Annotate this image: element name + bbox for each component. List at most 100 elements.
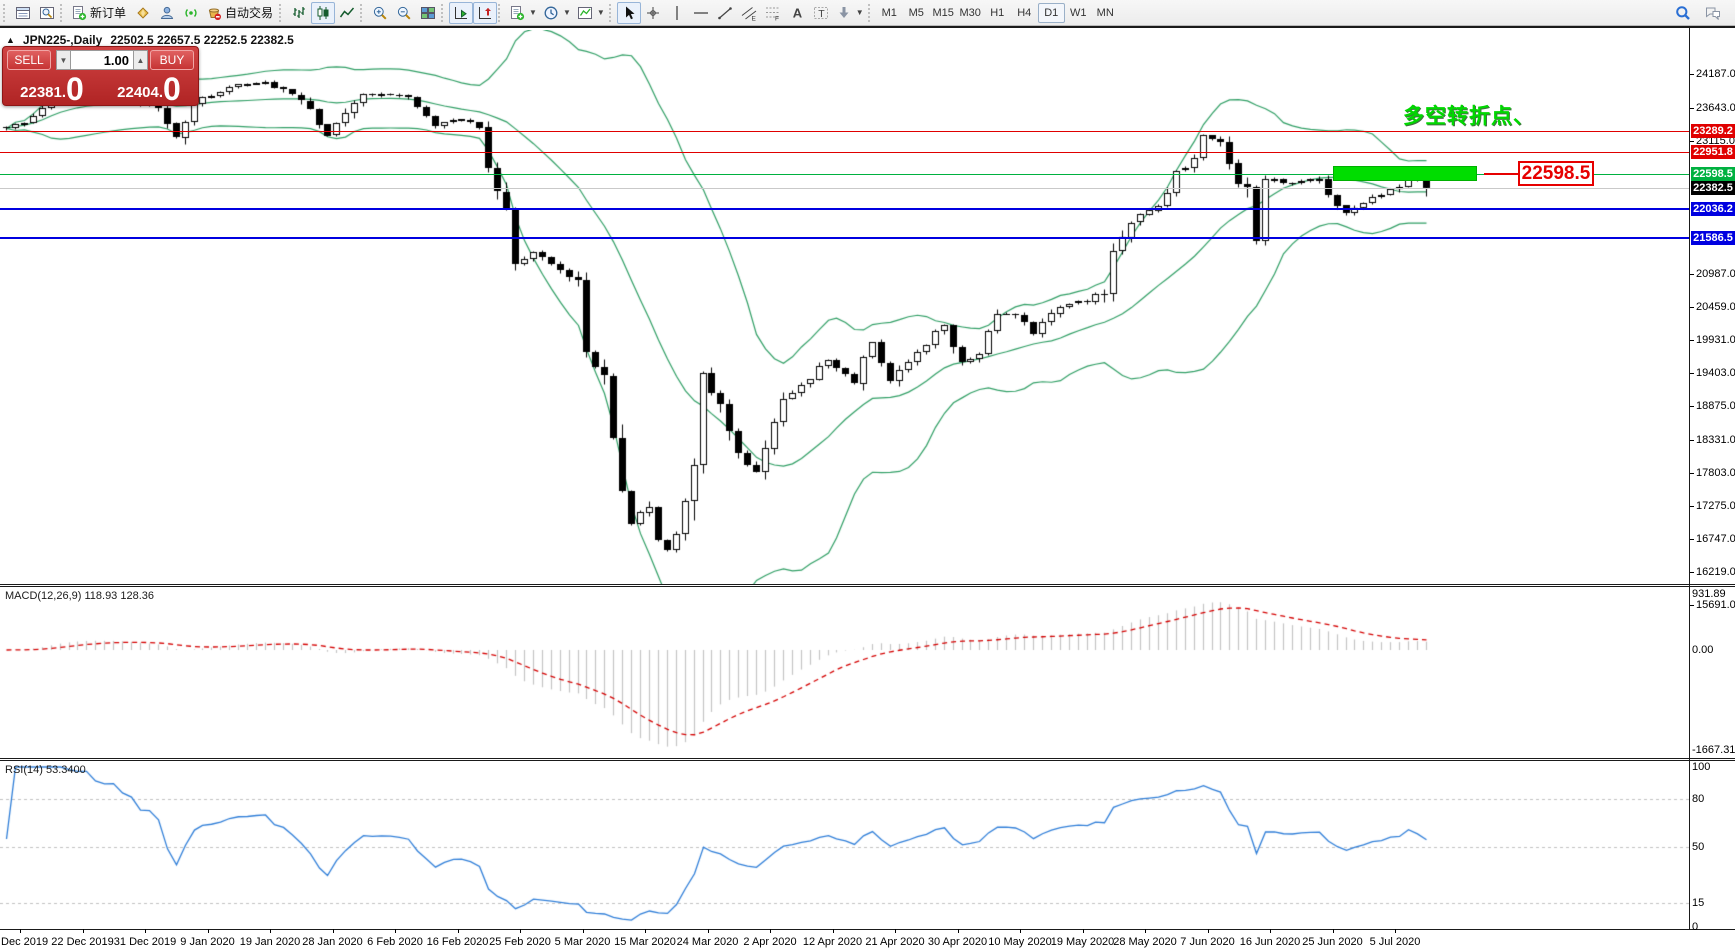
rsi-axis-tick: 0: [1692, 921, 1698, 933]
horizontal-line-object[interactable]: [0, 208, 1689, 210]
chart-window-button[interactable]: [11, 2, 35, 24]
timeframe-d1[interactable]: D1: [1038, 3, 1065, 23]
toolbar-grip[interactable]: [360, 4, 365, 22]
bar-chart-button[interactable]: [287, 2, 311, 24]
time-axis-tick: [270, 929, 271, 933]
rsi-indicator-canvas[interactable]: [0, 762, 1689, 928]
timeframe-m1[interactable]: M1: [876, 3, 903, 23]
trendline-button[interactable]: [713, 2, 737, 24]
sell-price-small: 22381.: [20, 84, 66, 104]
autotrading-button[interactable]: 自动交易: [203, 2, 278, 24]
toolbar-grip[interactable]: [3, 4, 8, 22]
price-axis-tick: 18875.0: [1690, 400, 1735, 412]
fibonacci-button[interactable]: F: [761, 2, 785, 24]
community-button[interactable]: [155, 2, 179, 24]
toolbar-grip[interactable]: [498, 4, 503, 22]
hline-icon: [693, 5, 709, 21]
main-macd-pane-separator[interactable]: [0, 584, 1735, 587]
bid-price-line[interactable]: [0, 188, 1689, 189]
cursor-button[interactable]: [617, 2, 641, 24]
trade-panel-controls: SELL ▼ 1.00 ▲ BUY: [3, 49, 198, 72]
chart-window[interactable]: ▲ JPN225-,Daily 22502.5 22657.5 22252.5 …: [0, 26, 1735, 949]
candlestick-chart-button[interactable]: [311, 2, 335, 24]
dropdown-caret-icon: ▼: [597, 8, 605, 17]
indicators-button[interactable]: ▼: [506, 2, 540, 24]
time-axis-label: 19 May 2020: [1051, 936, 1115, 948]
timeframe-m15[interactable]: M15: [930, 3, 957, 23]
signals-button[interactable]: [179, 2, 203, 24]
person-icon: [159, 5, 175, 21]
timeframe-w1[interactable]: W1: [1065, 3, 1092, 23]
toolbar-grip[interactable]: [441, 4, 446, 22]
price-axis-tick: 24187.0: [1690, 68, 1735, 80]
price-axis-tick: 20987.0: [1690, 268, 1735, 280]
chat-button[interactable]: [1701, 2, 1725, 24]
new-order-button[interactable]: 新订单: [68, 2, 131, 24]
volume-down-button[interactable]: ▼: [56, 50, 71, 70]
horizontal-line-object[interactable]: [0, 152, 1689, 153]
toolbar-group: [368, 1, 440, 25]
tile-windows-button[interactable]: [416, 2, 440, 24]
toolbar-grip[interactable]: [279, 4, 284, 22]
macd-rsi-pane-separator[interactable]: [0, 758, 1735, 761]
time-axis-tick: [520, 929, 521, 933]
time-axis-label: 2 Dec 2019: [0, 936, 48, 948]
green-rectangle-object[interactable]: [1333, 166, 1477, 181]
metaeditor-button[interactable]: [131, 2, 155, 24]
buy-button[interactable]: BUY: [150, 50, 194, 70]
toolbar-grip[interactable]: [868, 4, 873, 22]
zoom-out-button[interactable]: [392, 2, 416, 24]
timeframe-mn[interactable]: MN: [1092, 3, 1119, 23]
doc-plus-icon: [509, 5, 525, 21]
auto-scroll-button[interactable]: [449, 2, 473, 24]
rsi-axis-tick: 80: [1692, 793, 1704, 805]
timeframe-m30[interactable]: M30: [957, 3, 984, 23]
template-button[interactable]: ▼: [574, 2, 608, 24]
timeframe-h1[interactable]: H1: [984, 3, 1011, 23]
buy-price-small: 22404.: [117, 84, 163, 104]
time-axis-tick: [1270, 929, 1271, 933]
timeframe-h4[interactable]: H4: [1011, 3, 1038, 23]
shapes-icon: [836, 5, 852, 21]
zoom-in-icon: [372, 5, 388, 21]
volume-input[interactable]: 1.00: [71, 50, 133, 70]
time-axis-tick: [208, 929, 209, 933]
time-axis-tick: [583, 929, 584, 933]
timeframe-m5[interactable]: M5: [903, 3, 930, 23]
horizontal-line-object[interactable]: [0, 237, 1689, 239]
win-list-icon: [15, 5, 31, 21]
price-axis-badge: 23289.2: [1691, 124, 1735, 138]
time-axis-label: 16 Feb 2020: [427, 936, 489, 948]
crosshair-button[interactable]: [641, 2, 665, 24]
price-callout-box[interactable]: 22598.5: [1518, 161, 1594, 186]
sell-button[interactable]: SELL: [7, 50, 51, 70]
autotrading-button-label: 自动交易: [225, 4, 275, 21]
volume-up-button[interactable]: ▲: [133, 50, 148, 70]
chart-shift-button[interactable]: [473, 2, 497, 24]
template-icon: [577, 5, 593, 21]
toolbar: 新订单自动交易▼▼▼EFAT▼M1M5M15M30H1H4D1W1MN: [0, 0, 1735, 26]
time-axis-tick: [1020, 929, 1021, 933]
periods-button[interactable]: ▼: [540, 2, 574, 24]
horizontal-line-button[interactable]: [689, 2, 713, 24]
vertical-line-button[interactable]: [665, 2, 689, 24]
toolbar-grip[interactable]: [609, 4, 614, 22]
time-axis-label: 12 Apr 2020: [803, 936, 862, 948]
macd-indicator-canvas[interactable]: [0, 588, 1689, 760]
price-axis-badge: 22382.5: [1691, 181, 1735, 195]
arrows-button[interactable]: ▼: [833, 2, 867, 24]
crosshair-icon: [645, 5, 661, 21]
toolbar-grip[interactable]: [60, 4, 65, 22]
text-button[interactable]: A: [785, 2, 809, 24]
text-label-button[interactable]: T: [809, 2, 833, 24]
collapse-panel-arrow[interactable]: ▲: [6, 35, 15, 45]
zoom-in-button[interactable]: [368, 2, 392, 24]
price-axis-tick: 18331.0: [1690, 434, 1735, 446]
search-button[interactable]: [1671, 2, 1695, 24]
horizontal-line-object[interactable]: [0, 131, 1689, 132]
strategy-tester-button[interactable]: [35, 2, 59, 24]
turning-point-annotation[interactable]: 多空转折点、: [1403, 100, 1535, 130]
equidistant-channel-button[interactable]: E: [737, 2, 761, 24]
time-axis-label: 31 Dec 2019: [114, 936, 176, 948]
line-chart-button[interactable]: [335, 2, 359, 24]
